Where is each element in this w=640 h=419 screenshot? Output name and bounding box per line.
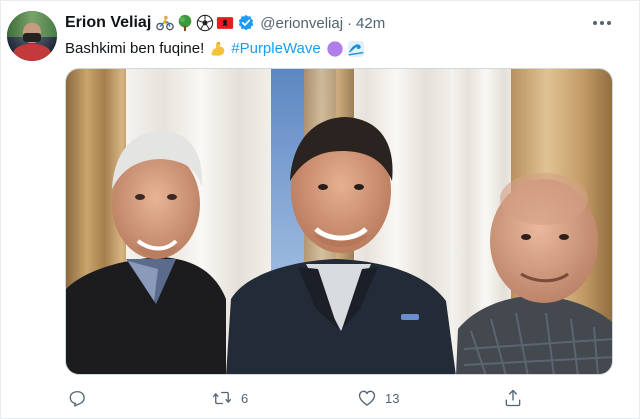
- like-button[interactable]: 13: [357, 387, 399, 409]
- more-dot-icon: [593, 21, 597, 25]
- retweet-icon: [212, 391, 232, 405]
- more-dot-icon: [600, 21, 604, 25]
- share-button[interactable]: [503, 387, 523, 409]
- retweet-count: 6: [241, 390, 249, 406]
- hashtag-link[interactable]: #PurpleWave: [231, 39, 321, 59]
- cyclist-icon: [156, 15, 175, 31]
- purple-circle-icon: [327, 41, 343, 57]
- avatar[interactable]: [7, 11, 57, 61]
- soccer-ball-icon: [197, 14, 214, 32]
- tweet-photo[interactable]: [65, 68, 613, 375]
- more-dot-icon: [607, 21, 611, 25]
- photo-three-men: [66, 69, 612, 374]
- separator-dot: ·: [347, 14, 353, 32]
- more-options-button[interactable]: [593, 15, 615, 31]
- avatar-shirt: [13, 44, 51, 61]
- name-emojis: [156, 14, 234, 32]
- tweet-text: Bashkimi ben fuqine! #PurpleWave: [65, 39, 365, 59]
- albania-flag-icon: [217, 17, 234, 29]
- tree-icon: [178, 14, 192, 32]
- heart-icon: [358, 390, 376, 406]
- tweet-timestamp[interactable]: 42m: [356, 15, 385, 32]
- author-name[interactable]: Erion Veliaj: [65, 14, 151, 32]
- water-wave-icon: [347, 40, 364, 58]
- tweet-actions: 6 13: [65, 387, 535, 409]
- share-icon: [505, 389, 521, 407]
- reply-button[interactable]: [67, 387, 95, 409]
- tweet-card: Erion Veliaj @erionveliaj · 42m Bashkimi…: [0, 0, 640, 419]
- tweet-text-plain: Bashkimi ben fuqine!: [65, 40, 205, 57]
- avatar-face-mask: [23, 33, 41, 42]
- author-handle[interactable]: @erionveliaj: [260, 15, 343, 32]
- like-count: 13: [385, 390, 400, 406]
- retweet-button[interactable]: 6: [211, 387, 248, 409]
- reply-icon: [69, 391, 85, 407]
- tweet-header: Erion Veliaj @erionveliaj · 42m: [65, 12, 385, 34]
- flexed-biceps-icon: [211, 42, 225, 56]
- verified-badge-icon: [239, 14, 254, 31]
